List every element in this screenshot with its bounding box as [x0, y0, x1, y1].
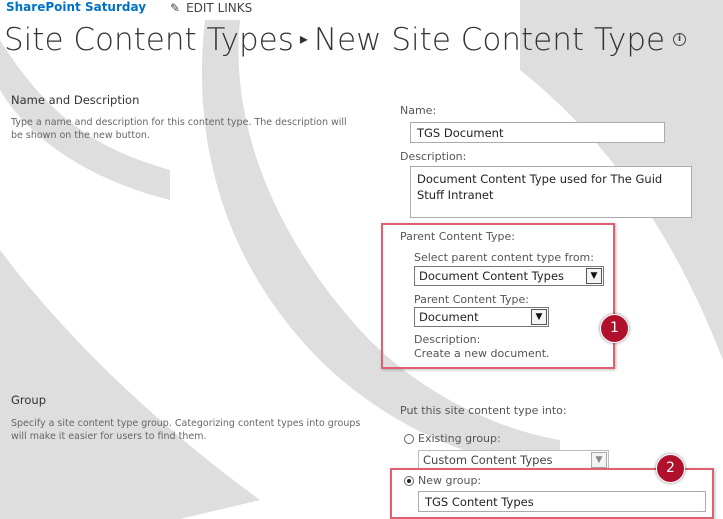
put-into-label: Put this site content type into:	[400, 404, 567, 417]
name-section-title: Name and Description	[11, 93, 140, 107]
breadcrumb-root-link[interactable]: Site Content Types	[4, 22, 294, 58]
parent-group-select[interactable]: Document Content Types ▼	[414, 266, 604, 286]
page-title: Site Content Types ▸ New Site Content Type…	[4, 22, 687, 58]
name-input[interactable]: TGS Document	[410, 122, 665, 143]
site-name-link[interactable]: SharePoint Saturday	[6, 0, 146, 14]
new-group-label[interactable]: New group:	[418, 474, 481, 487]
existing-group-label[interactable]: Existing group:	[418, 432, 501, 445]
parent-type-select-value: Document	[419, 310, 479, 324]
parent-group-select-value: Document Content Types	[419, 269, 565, 283]
breadcrumb-current: New Site Content Type	[313, 22, 666, 58]
new-group-radio[interactable]	[404, 476, 414, 486]
info-icon[interactable]: i	[673, 33, 687, 46]
description-label: Description:	[400, 150, 467, 163]
pencil-icon: ✎	[170, 1, 181, 15]
edit-links-label: EDIT LINKS	[186, 1, 253, 15]
parent-type-label: Parent Content Type:	[414, 293, 529, 306]
chevron-down-icon[interactable]: ▼	[531, 309, 547, 325]
name-section-description: Type a name and description for this con…	[11, 117, 347, 141]
parent-description-value: Create a new document.	[414, 347, 550, 360]
group-section-title: Group	[11, 393, 47, 407]
group-section-description: Specify a site content type group. Categ…	[11, 418, 361, 442]
select-from-label: Select parent content type from:	[414, 251, 594, 264]
parent-description-label: Description:	[414, 333, 481, 346]
name-label: Name:	[400, 104, 437, 117]
description-textarea[interactable]: Document Content Type used for The Guid …	[410, 166, 692, 218]
parent-type-select[interactable]: Document ▼	[414, 307, 549, 327]
annotation-badge-2: 2	[656, 454, 685, 483]
chevron-down-icon[interactable]: ▼	[591, 452, 607, 468]
existing-group-select[interactable]: Custom Content Types ▼	[418, 450, 609, 469]
edit-links-button[interactable]: ✎ EDIT LINKS	[170, 1, 252, 15]
chevron-down-icon[interactable]: ▼	[586, 268, 602, 284]
new-group-input[interactable]: TGS Content Types	[418, 491, 706, 512]
breadcrumb-separator-icon: ▸	[299, 29, 308, 48]
annotation-badge-1: 1	[600, 314, 629, 343]
parent-content-type-heading: Parent Content Type:	[400, 230, 515, 243]
existing-group-select-value: Custom Content Types	[423, 453, 553, 467]
existing-group-radio[interactable]	[404, 434, 414, 444]
